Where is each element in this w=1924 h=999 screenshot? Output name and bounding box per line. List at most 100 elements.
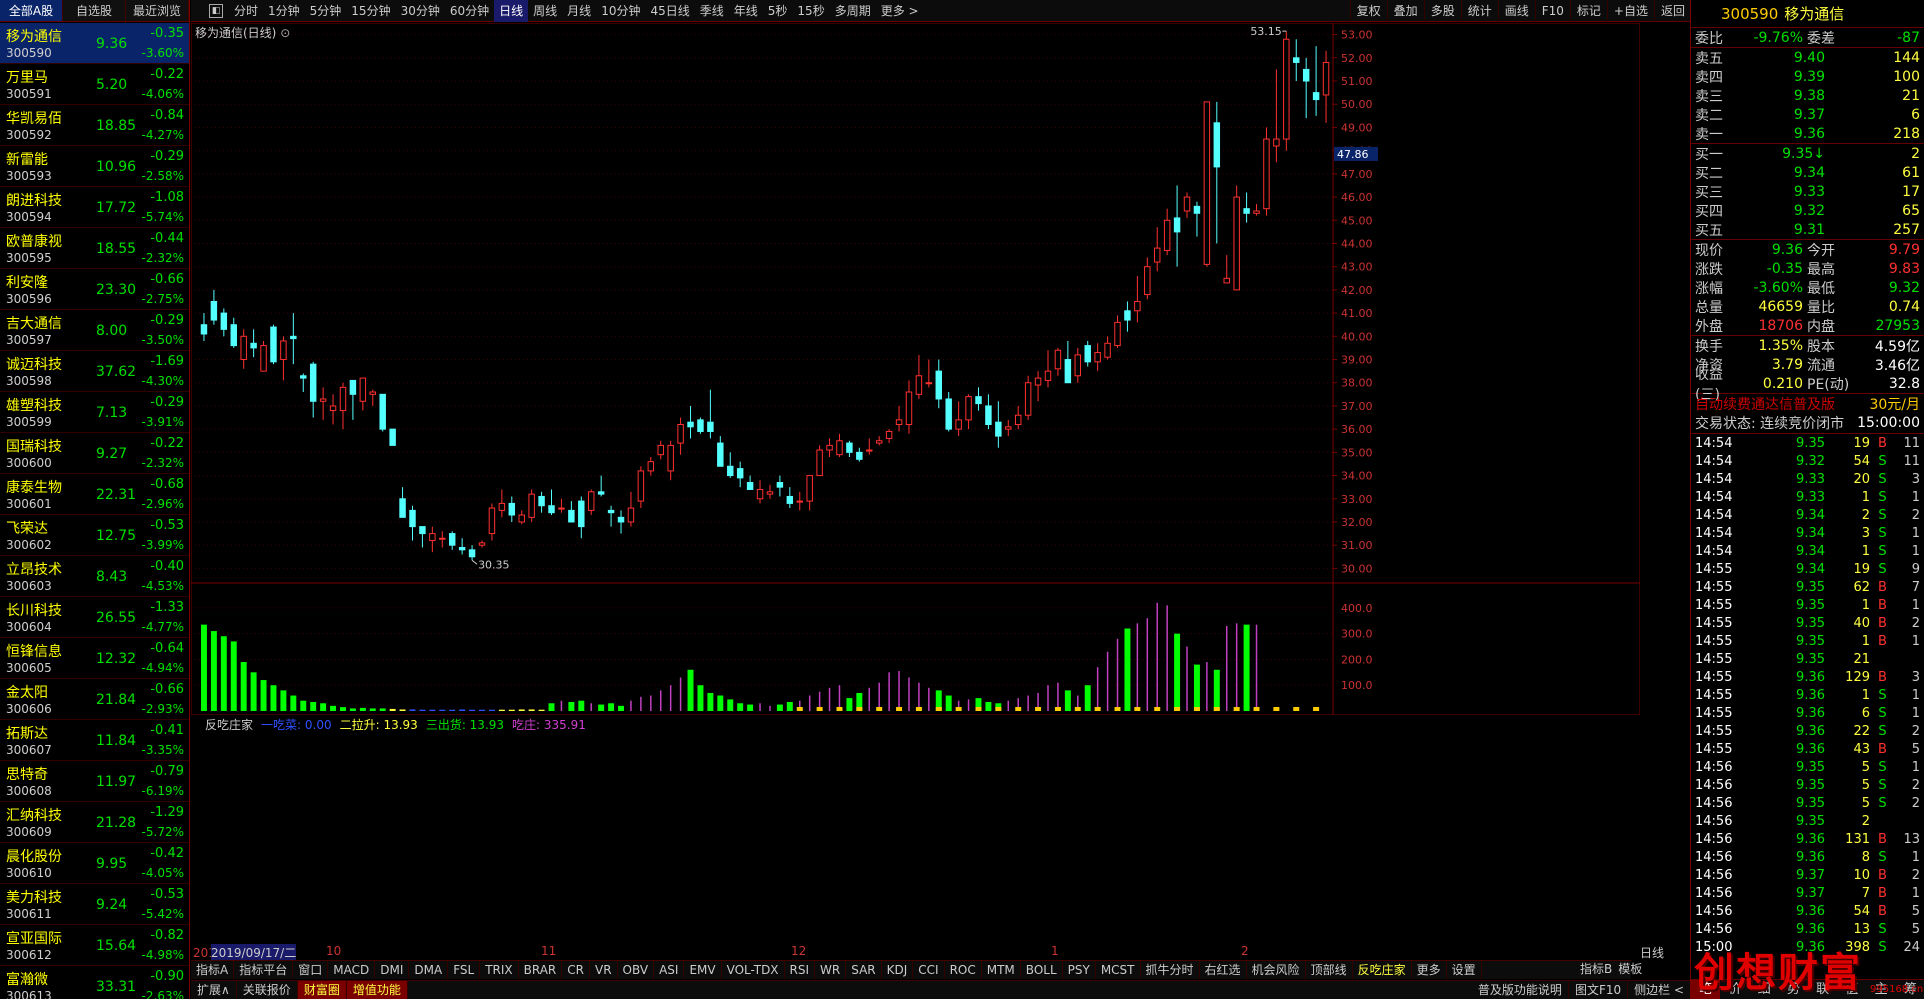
- indicator-tab[interactable]: 右红选: [1200, 961, 1247, 979]
- period-tab[interactable]: 15分钟: [346, 0, 395, 22]
- tool-button[interactable]: 统计: [1460, 0, 1498, 22]
- indicator-b-button[interactable]: 指标B: [1580, 960, 1612, 977]
- tool-button[interactable]: 返回: [1653, 0, 1691, 22]
- indicator-tab[interactable]: 反吃庄家: [1353, 961, 1412, 979]
- indicator-tab[interactable]: 指标A: [191, 961, 235, 979]
- stock-row[interactable]: 立昂技术 300603 8.43 -0.40 -4.53%: [0, 556, 189, 597]
- stock-row[interactable]: 华凯易佰 300592 18.85 -0.84 -4.27%: [0, 105, 189, 146]
- stock-row[interactable]: 思特奇 300608 11.97 -0.79 -6.19%: [0, 761, 189, 802]
- template-button[interactable]: 模板: [1618, 960, 1642, 977]
- bottom-link[interactable]: 图文F10: [1569, 981, 1629, 999]
- period-tab[interactable]: 5分钟: [305, 0, 347, 22]
- stock-row[interactable]: 宣亚国际 300612 15.64 -0.82 -4.98%: [0, 925, 189, 966]
- tool-button[interactable]: 标记: [1569, 0, 1607, 22]
- indicator-tab[interactable]: 顶部线: [1306, 961, 1353, 979]
- period-tab[interactable]: 周线: [528, 0, 562, 22]
- period-tab[interactable]: 季线: [695, 0, 729, 22]
- period-tab[interactable]: 5秒: [763, 0, 793, 22]
- indicator-tab[interactable]: VOL-TDX: [722, 961, 785, 979]
- stock-row[interactable]: 康泰生物 300601 22.31 -0.68 -2.96%: [0, 474, 189, 515]
- indicator-tab[interactable]: MTM: [982, 961, 1021, 979]
- stock-row[interactable]: 移为通信 300590 9.36 -0.35 -3.60%: [0, 23, 189, 64]
- stock-row[interactable]: 吉大通信 300597 8.00 -0.29 -3.50%: [0, 310, 189, 351]
- candle-body: [568, 509, 575, 523]
- indicator-tab[interactable]: PSY: [1063, 961, 1096, 979]
- indicator-tab[interactable]: 抓牛分时: [1141, 961, 1200, 979]
- indicator-tab[interactable]: WR: [815, 961, 847, 979]
- indicator-tab[interactable]: TRIX: [480, 961, 519, 979]
- panel-toggle-icon[interactable]: ◧: [209, 3, 223, 18]
- tab-all-a-shares[interactable]: 全部A股: [0, 0, 63, 21]
- bottom-link[interactable]: 侧边栏 <: [1628, 981, 1691, 999]
- indicator-tab[interactable]: MACD: [328, 961, 376, 979]
- bottom-tab[interactable]: 扩展∧: [191, 981, 237, 999]
- stock-row[interactable]: 富瀚微 300613 33.31 -0.90 -2.63%: [0, 966, 189, 999]
- period-tab[interactable]: 分时: [229, 0, 263, 22]
- indicator-tab[interactable]: DMI: [375, 961, 410, 979]
- indicator-tab[interactable]: 机会风险: [1247, 961, 1306, 979]
- indicator-tab[interactable]: CR: [562, 961, 590, 979]
- indicator-tab[interactable]: FSL: [448, 961, 481, 979]
- stock-row[interactable]: 欧普康视 300595 18.55 -0.44 -2.32%: [0, 228, 189, 269]
- indicator-tab[interactable]: 窗口: [293, 961, 329, 979]
- stock-row[interactable]: 晨化股份 300610 9.95 -0.42 -4.05%: [0, 843, 189, 884]
- tool-button[interactable]: +自选: [1606, 0, 1654, 22]
- bottom-tab[interactable]: 增值功能: [346, 981, 408, 999]
- stock-row[interactable]: 美力科技 300611 9.24 -0.53 -5.42%: [0, 884, 189, 925]
- stock-row[interactable]: 国瑞科技 300600 9.27 -0.22 -2.32%: [0, 433, 189, 474]
- tool-button[interactable]: F10: [1534, 0, 1570, 22]
- period-tab[interactable]: 1分钟: [263, 0, 305, 22]
- indicator-tab[interactable]: CCI: [913, 961, 945, 979]
- indicator-name[interactable]: 反吃庄家: [205, 716, 253, 733]
- stock-row[interactable]: 朗进科技 300594 17.72 -1.08 -5.74%: [0, 187, 189, 228]
- period-tab[interactable]: 月线: [562, 0, 596, 22]
- stock-row[interactable]: 长川科技 300604 26.55 -1.33 -4.77%: [0, 597, 189, 638]
- period-tab[interactable]: 60分钟: [445, 0, 494, 22]
- subscription-banner[interactable]: 自动续费通达信普及版 30元/月: [1691, 393, 1924, 413]
- indicator-tab[interactable]: VR: [590, 961, 618, 979]
- indicator-tab[interactable]: EMV: [684, 961, 722, 979]
- indicator-tab[interactable]: KDJ: [882, 961, 914, 979]
- stock-row[interactable]: 万里马 300591 5.20 -0.22 -4.06%: [0, 64, 189, 105]
- bottom-tab[interactable]: 关联报价: [237, 981, 298, 999]
- stock-row[interactable]: 飞荣达 300602 12.75 -0.53 -3.99%: [0, 515, 189, 556]
- period-tab[interactable]: 30分钟: [396, 0, 445, 22]
- stock-row[interactable]: 新雷能 300593 10.96 -0.29 -2.58%: [0, 146, 189, 187]
- stock-row[interactable]: 拓斯达 300607 11.84 -0.41 -3.35%: [0, 720, 189, 761]
- indicator-tab[interactable]: DMA: [409, 961, 449, 979]
- tool-button[interactable]: 多股: [1423, 0, 1461, 22]
- indicator-tab[interactable]: BOLL: [1021, 961, 1063, 979]
- stock-row[interactable]: 诚迈科技 300598 37.62 -1.69 -4.30%: [0, 351, 189, 392]
- tool-button[interactable]: 叠加: [1386, 0, 1424, 22]
- period-tab[interactable]: 15秒: [792, 0, 829, 22]
- indicator-tab[interactable]: MCST: [1096, 961, 1141, 979]
- tool-button[interactable]: 画线: [1497, 0, 1535, 22]
- period-tab[interactable]: 45日线: [645, 0, 694, 22]
- stock-row[interactable]: 汇纳科技 300609 21.28 -1.29 -5.72%: [0, 802, 189, 843]
- indicator-tab[interactable]: 指标平台: [234, 961, 294, 979]
- indicator-tab[interactable]: BRAR: [519, 961, 563, 979]
- indicator-tab[interactable]: ASI: [654, 961, 685, 979]
- tool-button[interactable]: 复权: [1349, 0, 1387, 22]
- indicator-tab[interactable]: 更多: [1412, 961, 1447, 979]
- bottom-link[interactable]: 普及版功能说明: [1472, 981, 1569, 999]
- stock-price: 18.55: [96, 241, 137, 257]
- stock-row[interactable]: 雄塑科技 300599 7.13 -0.29 -3.91%: [0, 392, 189, 433]
- bottom-tab[interactable]: 财富圈: [297, 981, 347, 999]
- stock-row[interactable]: 恒锋信息 300605 12.32 -0.64 -4.94%: [0, 638, 189, 679]
- period-tab[interactable]: 更多 >: [876, 0, 924, 22]
- indicator-tab[interactable]: ROC: [945, 961, 982, 979]
- period-tab[interactable]: 年线: [729, 0, 763, 22]
- period-tab[interactable]: 日线: [494, 0, 529, 22]
- stock-row[interactable]: 利安隆 300596 23.30 -0.66 -2.75%: [0, 269, 189, 310]
- stock-row[interactable]: 金太阳 300606 21.84 -0.66 -2.93%: [0, 679, 189, 720]
- indicator-tab[interactable]: OBV: [618, 961, 655, 979]
- indicator-tab[interactable]: RSI: [785, 961, 816, 979]
- indicator-tab[interactable]: SAR: [846, 961, 882, 979]
- period-tab[interactable]: 10分钟: [596, 0, 645, 22]
- candlestick-chart[interactable]: 53.0052.0051.0050.0049.0048.0047.0046.00…: [191, 23, 1640, 715]
- tab-watchlist[interactable]: 自选股: [63, 0, 126, 21]
- tab-recent[interactable]: 最近浏览: [126, 0, 189, 21]
- period-tab[interactable]: 多周期: [830, 0, 876, 22]
- indicator-tab[interactable]: 设置: [1447, 961, 1482, 979]
